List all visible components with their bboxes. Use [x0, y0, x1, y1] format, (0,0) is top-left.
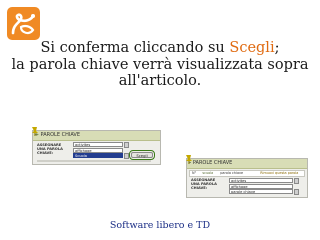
keyword-option-c[interactable]: parole chiave	[229, 189, 293, 194]
assign-keyword-label: ASSEGNARE UNA PAROLA CHIAVE:	[37, 143, 63, 156]
assign-keyword-label-2: ASSEGNARE UNA PAROLA CHIAVE:	[191, 178, 217, 191]
keyword-option-selected[interactable]: Scuola	[73, 153, 123, 158]
keyword-selection-screenshot: + PAROLE CHIAVE ASSEGNARE UNA PAROLA CHI…	[32, 130, 161, 165]
keyword-option-a[interactable]: activites	[229, 178, 293, 183]
pin-icon-2	[186, 155, 192, 164]
pin-icon	[32, 127, 38, 136]
keywords-header-title-2: PAROLE CHIAVE	[192, 160, 233, 166]
caption-line2: la parola chiave verrà visualizzata sopr…	[11, 56, 309, 73]
caption-highlight-scegli: Scegli	[229, 40, 275, 56]
scroll-down-arrow-2[interactable]	[294, 189, 299, 195]
scroll-down-arrow[interactable]	[124, 153, 129, 159]
keywords-header: + PAROLE CHIAVE	[33, 131, 160, 141]
footer-text: Software libero e TD	[109, 220, 211, 231]
choose-button[interactable]: Scegli	[129, 150, 155, 160]
caption-line3: all'articolo.	[118, 73, 202, 89]
keywords-header-title: PAROLE CHIAVE	[40, 132, 80, 138]
remove-keyword-link[interactable]: Rimuovi questa parola	[244, 171, 298, 175]
keyword-option-b[interactable]: affichage	[229, 183, 293, 189]
keyword-assigned-screenshot: – PAROLE CHIAVE N° scuola parola chiave …	[186, 158, 308, 198]
row-keyword-label: parola chiave	[220, 171, 244, 175]
keywords-header-2: – PAROLE CHIAVE	[187, 159, 307, 169]
divider	[37, 160, 151, 162]
scroll-up-arrow[interactable]	[124, 142, 129, 148]
logo-icon	[7, 7, 40, 40]
scroll-up-arrow-2[interactable]	[294, 178, 299, 184]
keyword-option-1[interactable]: activites	[73, 142, 123, 147]
caption-line1-start: Si conferma cliccando su	[40, 40, 230, 56]
assigned-keyword-row: N° scuola parola chiave Rimuovi questa p…	[189, 170, 305, 177]
caption-line1-end: ;	[274, 40, 280, 56]
instruction-text: Si conferma cliccando su Scegli; la paro…	[0, 40, 320, 90]
row-number-label: N°	[192, 171, 197, 175]
keyword-option-2[interactable]: affichage	[73, 147, 123, 153]
row-keyword-group: scuola	[202, 171, 214, 175]
